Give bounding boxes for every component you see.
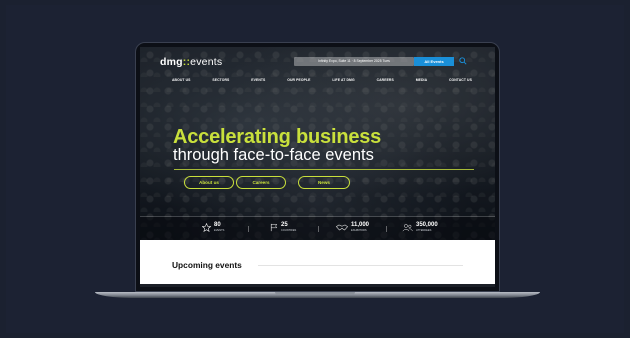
people-icon (402, 223, 413, 231)
main-nav: ABOUT US SECTORS EVENTS OUR PEOPLE LIFE … (172, 78, 472, 84)
stat-separator (248, 226, 249, 232)
flag-icon (270, 223, 278, 231)
stat-separator (318, 226, 319, 232)
stat-exhibitors-label: EXHIBITORS (351, 229, 367, 232)
nav-item-events[interactable]: EVENTS (251, 78, 265, 84)
stat-exhibitors: 11,000 EXHIBITORS (336, 222, 369, 232)
star-icon (202, 222, 211, 232)
stat-countries-label: COUNTRIES (281, 229, 297, 232)
nav-item-careers[interactable]: CAREERS (377, 78, 394, 84)
nav-item-life-at-dmg[interactable]: LIFE AT DMG (332, 78, 354, 84)
stat-exhibitors-value: 11,000 (351, 222, 370, 228)
content-strip (140, 284, 495, 287)
stat-countries: 25 COUNTRIES (270, 222, 296, 232)
stat-attendees-label: ATTENDEES (416, 229, 432, 232)
stat-attendees-value: 350,000 (416, 222, 438, 228)
upcoming-events-title: Upcoming events (172, 260, 242, 270)
nav-item-media[interactable]: MEDIA (416, 78, 427, 84)
laptop-screen: dmg::events Infinity Expo, Suite 11 · 8 … (140, 47, 495, 287)
stat-events-label: EVENTS (214, 229, 225, 232)
stat-events-value: 80 (214, 222, 221, 228)
stat-countries-value: 25 (281, 222, 288, 228)
section-divider (258, 265, 463, 266)
all-events-button[interactable]: All Events (414, 57, 454, 66)
event-ticker[interactable]: Infinity Expo, Suite 11 · 8 September 20… (294, 57, 414, 66)
stat-separator (386, 226, 387, 232)
hero-subline: through face-to-face events (173, 146, 374, 164)
logo-events: events (190, 56, 223, 68)
nav-item-about-us[interactable]: ABOUT US (172, 78, 191, 84)
handshake-icon (336, 224, 348, 230)
news-button[interactable]: News (298, 176, 350, 189)
careers-button[interactable]: Careers (236, 176, 286, 189)
nav-item-contact-us[interactable]: CONTACT US (449, 78, 472, 84)
stats-bar: 80 EVENTS 25 COUNTRIES 11,000 EXHIBITORS (140, 217, 495, 240)
laptop-notch (275, 292, 355, 295)
nav-item-sectors[interactable]: SECTORS (212, 78, 229, 84)
about-us-button[interactable]: About us (184, 176, 234, 189)
nav-item-our-people[interactable]: OUR PEOPLE (287, 78, 310, 84)
hero-divider (174, 169, 474, 170)
dmg-events-logo[interactable]: dmg::events (160, 56, 222, 68)
logo-main: dmg (160, 56, 183, 68)
search-icon[interactable] (459, 57, 467, 65)
stat-events: 80 EVENTS (202, 222, 224, 232)
stat-attendees: 350,000 ATTENDEES (402, 222, 438, 232)
